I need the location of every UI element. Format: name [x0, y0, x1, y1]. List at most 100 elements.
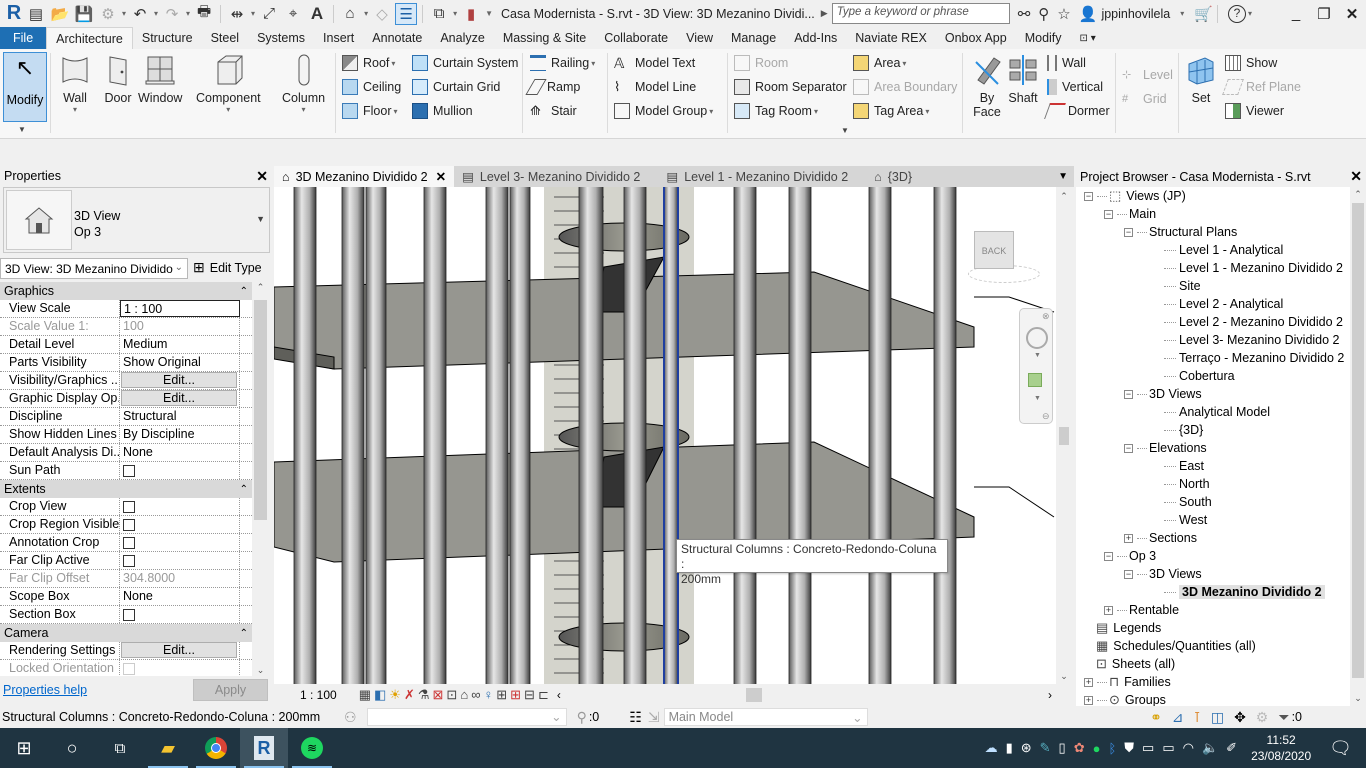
- tree-item[interactable]: ▦ Schedules/Quantities (all): [1096, 637, 1256, 655]
- select-by-face-icon[interactable]: ◫: [1211, 709, 1224, 726]
- wall-button[interactable]: Wall ▾: [58, 53, 92, 114]
- dimension-icon[interactable]: ⤢: [258, 3, 280, 25]
- property-group-extents[interactable]: Extents ⌃: [0, 480, 252, 498]
- onedrive-icon[interactable]: ☁: [985, 740, 998, 756]
- viewcube-face-back[interactable]: BACK: [974, 231, 1014, 269]
- volume-icon[interactable]: 🔈: [1202, 740, 1218, 756]
- room-button[interactable]: Room: [734, 53, 788, 73]
- property-value[interactable]: 1 : 100: [120, 300, 240, 317]
- tree-item[interactable]: 3D Mezanino Dividido 2: [1164, 583, 1325, 601]
- tree-item[interactable]: South: [1164, 493, 1212, 511]
- floor-button[interactable]: Floor ▾: [342, 101, 400, 121]
- worksets-icon[interactable]: ⚇: [344, 709, 357, 726]
- view-tab-level-1[interactable]: ▤ Level 1 - Mezanino Dividido 2: [658, 166, 856, 187]
- chrome-button[interactable]: [192, 728, 240, 768]
- collapse-icon[interactable]: −: [1104, 209, 1113, 219]
- property-value[interactable]: [120, 462, 240, 479]
- project-browser-scrollbar[interactable]: ⌃ ⌄: [1350, 187, 1366, 706]
- user-dropdown-icon[interactable]: ▾: [1180, 9, 1184, 18]
- instance-filter-dropdown[interactable]: 3D View: 3D Mezanino Dividido ⌄: [0, 258, 188, 279]
- model-canvas[interactable]: [274, 187, 1056, 684]
- close-tab-icon[interactable]: ✕: [436, 169, 446, 184]
- collapse-icon[interactable]: −: [1104, 551, 1113, 561]
- window-button[interactable]: Window: [138, 53, 182, 105]
- type-selector[interactable]: 3D View Op 3 ▼: [3, 187, 270, 253]
- collapse-icon[interactable]: −: [1124, 569, 1133, 579]
- windows-security-icon[interactable]: ⛊: [1124, 740, 1134, 756]
- component-button[interactable]: Component ▾: [196, 53, 261, 114]
- highlight-displacement-icon[interactable]: ⊟: [524, 687, 535, 703]
- tab-manage[interactable]: Manage: [722, 27, 785, 49]
- edit-type-button[interactable]: ⊞ Edit Type: [193, 259, 262, 276]
- view-tab-level-3[interactable]: ▤ Level 3- Mezanino Dividido 2: [454, 166, 648, 187]
- background-processes-icon[interactable]: ⚙: [1256, 709, 1269, 726]
- temporary-view-properties-icon[interactable]: ⊞: [496, 687, 507, 703]
- edit-button[interactable]: Edit...: [121, 372, 237, 388]
- area-boundary-button[interactable]: Area Boundary: [853, 77, 957, 97]
- properties-help-link[interactable]: Properties help: [3, 683, 87, 697]
- viewport-horizontal-scrollbar[interactable]: [561, 687, 1048, 703]
- collapse-icon[interactable]: ⌃: [240, 286, 248, 297]
- tree-item[interactable]: + ⊙ Groups: [1084, 691, 1166, 706]
- close-icon[interactable]: ✕: [256, 168, 268, 185]
- show-crop-icon[interactable]: ⊡: [446, 687, 457, 703]
- tree-item[interactable]: − Main: [1104, 205, 1156, 223]
- tab-add-ins[interactable]: Add-Ins: [785, 27, 846, 49]
- tree-item[interactable]: − 3D Views: [1124, 565, 1202, 583]
- tree-item[interactable]: Level 2 - Mezanino Dividido 2: [1164, 313, 1343, 331]
- close-icon[interactable]: ✕: [1350, 168, 1362, 185]
- tree-item[interactable]: + ⊓ Families: [1084, 673, 1171, 691]
- area-button[interactable]: Area ▾: [853, 53, 908, 73]
- undo-icon[interactable]: ↶: [129, 3, 151, 25]
- ribbon-minimize-toggle[interactable]: ⊡ ▾: [1071, 27, 1105, 49]
- property-value[interactable]: Medium: [120, 336, 240, 353]
- view-tab-3d-mezanino[interactable]: ⌂ 3D Mezanino Dividido 2 ✕: [274, 166, 455, 187]
- property-value[interactable]: None: [120, 588, 240, 605]
- tab-insert[interactable]: Insert: [314, 27, 363, 49]
- file-explorer-button[interactable]: ▰: [144, 728, 192, 768]
- sun-path-icon[interactable]: ☀: [389, 687, 401, 703]
- visual-style-icon[interactable]: ◧: [374, 687, 386, 703]
- help-dropdown-icon[interactable]: ▾: [1248, 9, 1252, 18]
- tab-steel[interactable]: Steel: [202, 27, 249, 49]
- task-view-button[interactable]: ⧉: [96, 728, 144, 768]
- close-button[interactable]: ✕: [1338, 5, 1366, 23]
- tab-onbox-app[interactable]: Onbox App: [936, 27, 1016, 49]
- tab-massing-site[interactable]: Massing & Site: [494, 27, 595, 49]
- switch-windows-icon[interactable]: ⧉: [428, 3, 450, 25]
- property-value[interactable]: [120, 606, 240, 623]
- collapse-icon[interactable]: −: [1124, 443, 1133, 453]
- viewport-vertical-scrollbar[interactable]: ⌃ ⌄: [1056, 187, 1072, 684]
- restore-button[interactable]: ❐: [1310, 5, 1338, 23]
- start-button[interactable]: ⊞: [0, 728, 48, 768]
- tree-item[interactable]: West: [1164, 511, 1207, 529]
- section-icon[interactable]: ◇: [371, 3, 393, 25]
- tree-item[interactable]: Cobertura: [1164, 367, 1235, 385]
- nav-bar-options-icon[interactable]: ⊖: [1042, 411, 1050, 422]
- tab-naviate-rex[interactable]: Naviate REX: [846, 27, 936, 49]
- user-icon[interactable]: 👤: [1079, 5, 1098, 23]
- tab-view[interactable]: View: [677, 27, 722, 49]
- property-value[interactable]: By Discipline: [120, 426, 240, 443]
- select-pinned-icon[interactable]: ⊺: [1194, 709, 1201, 726]
- railing-button[interactable]: Railing ▾: [530, 53, 597, 73]
- properties-scrollbar[interactable]: ⌃ ⌄: [253, 282, 268, 676]
- temporary-hide-icon[interactable]: ∞: [471, 687, 480, 703]
- tree-item[interactable]: ⊡ Sheets (all): [1096, 655, 1175, 673]
- collapse-icon[interactable]: −: [1124, 227, 1133, 237]
- tree-item[interactable]: East: [1164, 457, 1204, 475]
- opening-by-face-button[interactable]: By Face: [970, 53, 1004, 119]
- collapse-icon[interactable]: ⌃: [240, 484, 248, 495]
- tree-item[interactable]: − ⬚ Views (JP): [1084, 187, 1186, 205]
- design-option-dropdown[interactable]: Main Model ⌄: [663, 708, 868, 726]
- tree-item[interactable]: + Sections: [1124, 529, 1197, 547]
- communication-center-icon[interactable]: ⚲: [1038, 5, 1049, 23]
- tag-room-button[interactable]: Tag Room ▾: [734, 101, 820, 121]
- display-icon[interactable]: ▭: [1142, 740, 1154, 756]
- mullion-button[interactable]: Mullion: [412, 101, 473, 121]
- ref-plane-button[interactable]: Ref Plane: [1222, 77, 1301, 97]
- exclude-options-icon[interactable]: ⇲: [648, 709, 660, 726]
- select-dropdown-icon[interactable]: ▼: [18, 125, 26, 134]
- help-icon[interactable]: ?: [1227, 4, 1246, 23]
- editing-requests-icon[interactable]: ⚲: [577, 709, 587, 726]
